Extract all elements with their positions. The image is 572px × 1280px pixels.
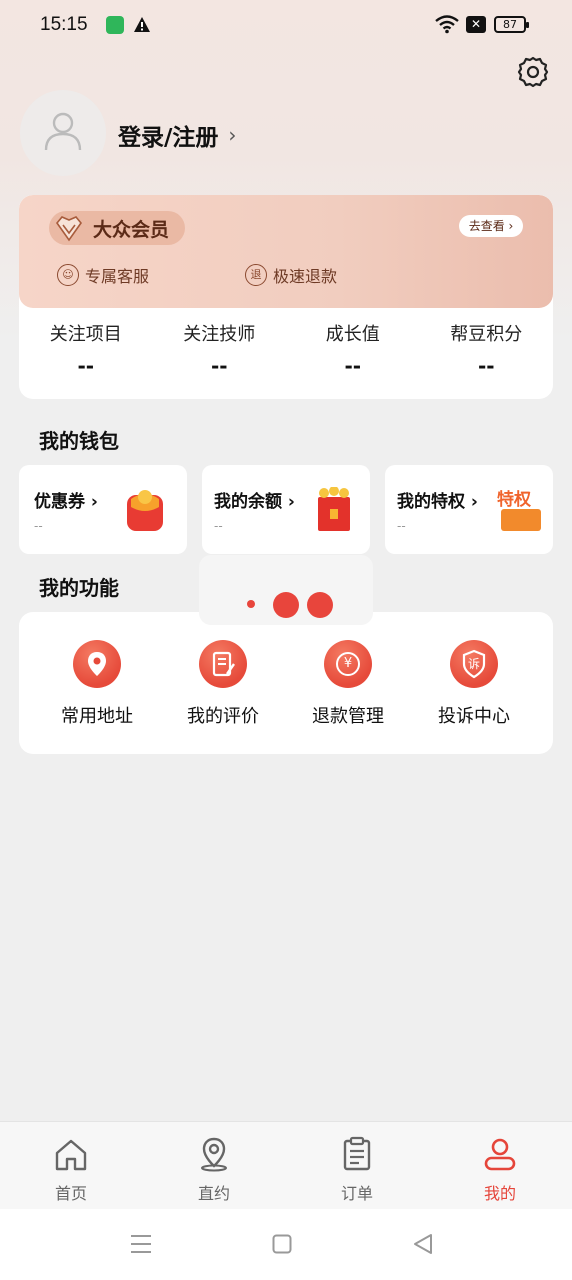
loading-indicator	[199, 555, 373, 625]
function-label: 投诉中心	[438, 706, 510, 727]
wallet-card-balance[interactable]: 我的余额 › --	[202, 465, 370, 554]
status-bar: 15:15 ✕ 87	[0, 0, 572, 52]
system-navigation-bar	[0, 1209, 572, 1280]
balance-redpacket-icon	[318, 487, 350, 531]
tab-profile[interactable]: 我的	[460, 1136, 540, 1204]
refund-icon: 退	[245, 264, 267, 286]
diamond-crown-icon	[55, 216, 83, 242]
stat-followed-projects[interactable]: 关注项目 --	[19, 320, 153, 378]
service-icon: ☺	[57, 264, 79, 286]
function-complaint-center[interactable]: 诉 投诉中心	[414, 640, 534, 728]
stat-label: 关注项目	[49, 324, 122, 345]
wallet-card-value: --	[214, 519, 223, 533]
tab-label: 我的	[483, 1184, 516, 1203]
menu-icon[interactable]	[130, 1234, 152, 1254]
tab-label: 首页	[54, 1184, 87, 1203]
status-time: 15:15	[40, 14, 88, 35]
function-label: 常用地址	[61, 706, 133, 727]
loading-dot	[273, 592, 299, 618]
stat-label: 成长值	[325, 324, 380, 345]
profile-icon	[484, 1138, 516, 1171]
perk-label: 极速退款	[273, 267, 338, 286]
go-see-button[interactable]: 去查看 ›	[459, 215, 523, 237]
loading-dot	[307, 592, 333, 618]
wallet-card-value: --	[397, 519, 406, 533]
home-icon	[55, 1139, 87, 1171]
stat-growth-value[interactable]: 成长值 --	[286, 320, 420, 378]
perk-fast-refund: 退 极速退款	[245, 263, 337, 287]
stat-value: --	[77, 354, 95, 378]
app-notification-icon	[106, 16, 124, 34]
function-label: 我的评价	[187, 706, 259, 727]
wallet-card-coupons[interactable]: 优惠券 › --	[19, 465, 187, 554]
member-tier-label: 大众会员	[93, 218, 170, 241]
tab-orders[interactable]: 订单	[317, 1136, 397, 1204]
perk-label: 专属客服	[85, 267, 150, 286]
login-label: 登录/注册	[118, 125, 219, 151]
refund-yuan-icon: ¥	[324, 640, 372, 688]
login-register-link[interactable]: 登录/注册 ›	[118, 118, 236, 152]
member-banner[interactable]: 大众会员 去查看 › ☺ 专属客服 退 极速退款	[19, 195, 553, 308]
stat-value: --	[477, 354, 495, 378]
location-icon	[73, 640, 121, 688]
coupon-redpacket-icon	[127, 490, 163, 531]
review-icon	[199, 640, 247, 688]
wallet-card-label: 我的余额 ›	[214, 492, 295, 512]
stat-bean-points[interactable]: 帮豆积分 --	[420, 320, 554, 378]
function-label: 退款管理	[312, 706, 384, 727]
avatar[interactable]	[20, 90, 106, 176]
functions-card: 常用地址 我的评价 ¥ 退款管理 诉 投诉中心	[19, 612, 553, 754]
back-triangle-icon[interactable]	[412, 1233, 434, 1255]
battery-icon: 87	[494, 16, 529, 33]
order-icon	[343, 1136, 371, 1171]
privilege-gift-icon: 特权	[497, 485, 545, 533]
wallet-section-title: 我的钱包	[39, 429, 119, 453]
functions-section-title: 我的功能	[39, 576, 119, 600]
wallet-card-value: --	[34, 519, 43, 533]
wallet-card-label: 优惠券 ›	[34, 492, 98, 512]
chevron-right-icon: ›	[228, 123, 237, 147]
member-tier-badge: 大众会员	[49, 211, 185, 245]
location-pin-icon	[201, 1137, 227, 1172]
warning-icon	[134, 17, 150, 32]
member-card: 大众会员 去查看 › ☺ 专属客服 退 极速退款 关注项目 -- 关注技师 --…	[19, 195, 553, 399]
gear-icon[interactable]	[515, 54, 551, 90]
stat-value: --	[344, 354, 362, 378]
tab-label: 订单	[340, 1184, 373, 1203]
loading-dot	[247, 600, 255, 608]
home-square-icon[interactable]	[272, 1234, 292, 1254]
tab-home[interactable]: 首页	[31, 1136, 111, 1204]
function-my-reviews[interactable]: 我的评价	[163, 640, 283, 728]
function-refund-management[interactable]: ¥ 退款管理	[288, 640, 408, 728]
complaint-icon: 诉	[450, 640, 498, 688]
wifi-icon	[435, 15, 459, 34]
bottom-tab-bar: 首页 直约 订单 我的	[0, 1121, 572, 1209]
stat-followed-technicians[interactable]: 关注技师 --	[153, 320, 287, 378]
stat-value: --	[210, 354, 228, 378]
perk-exclusive-service: ☺ 专属客服	[57, 263, 149, 287]
close-notification-icon: ✕	[466, 16, 486, 33]
stat-label: 关注技师	[183, 324, 256, 345]
member-stats: 关注项目 -- 关注技师 -- 成长值 -- 帮豆积分 --	[19, 320, 553, 378]
tab-direct-booking[interactable]: 直约	[174, 1136, 254, 1204]
wallet-card-privileges[interactable]: 我的特权 › -- 特权	[385, 465, 553, 554]
wallet-card-label: 我的特权 ›	[397, 492, 478, 512]
stat-label: 帮豆积分	[450, 324, 523, 345]
tab-label: 直约	[197, 1184, 230, 1203]
function-common-address[interactable]: 常用地址	[37, 640, 157, 728]
user-placeholder-icon	[44, 112, 82, 151]
